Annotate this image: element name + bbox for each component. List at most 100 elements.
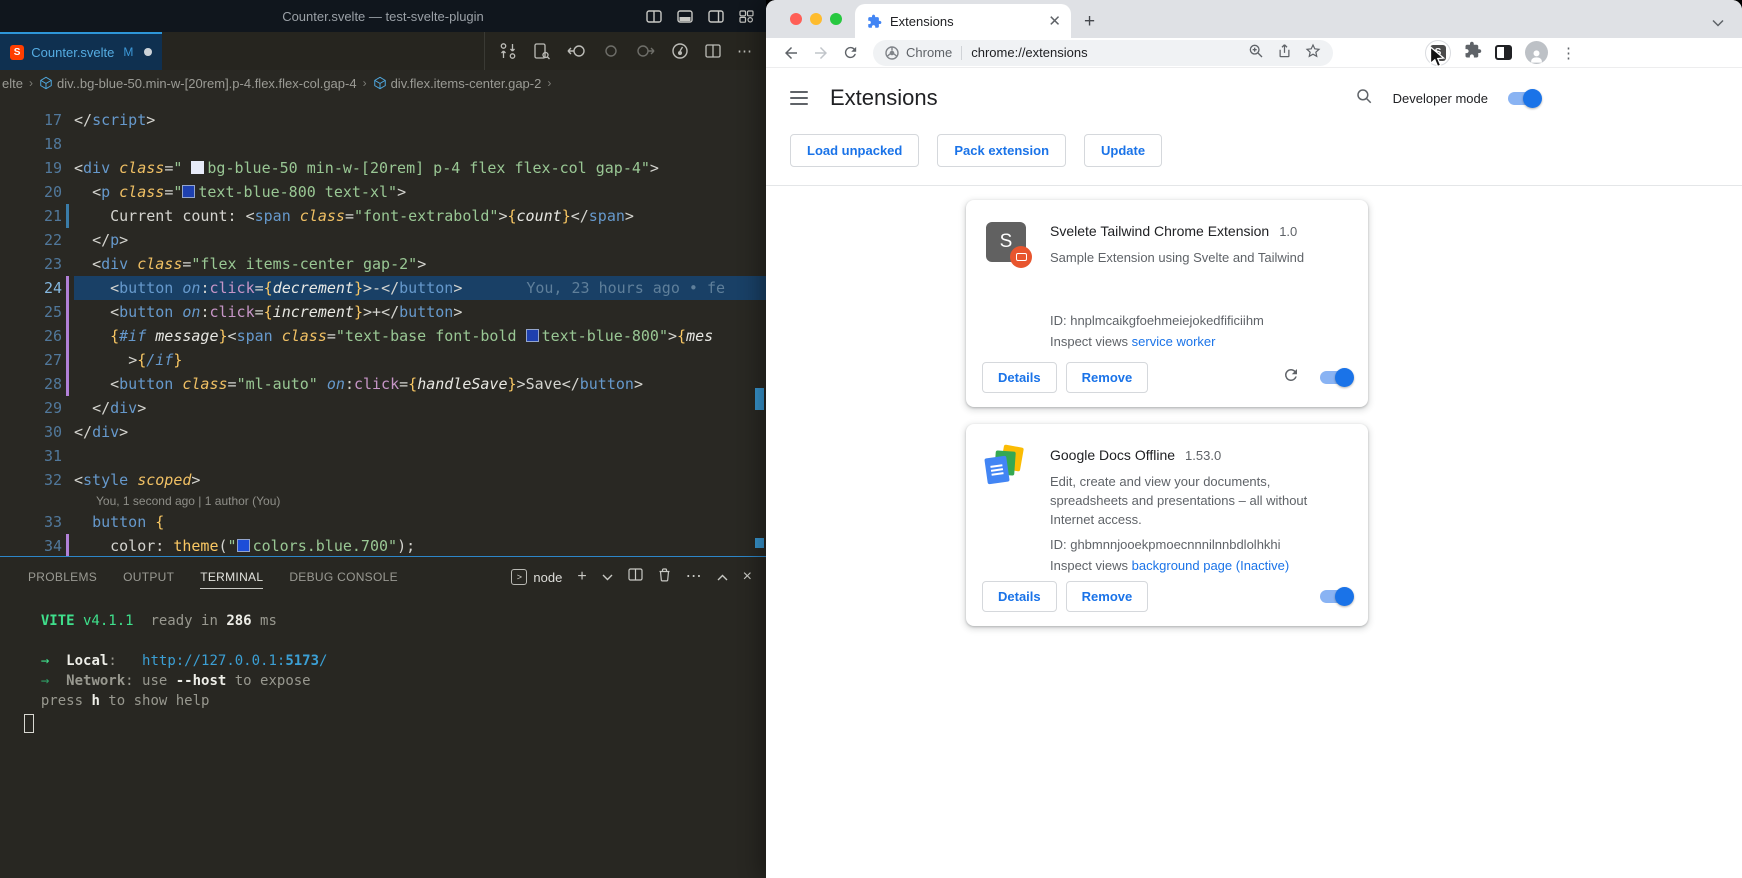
bottom-panel: PROBLEMS OUTPUT TERMINAL DEBUG CONSOLE >…: [0, 556, 766, 878]
terminal-dropdown-icon[interactable]: [602, 568, 613, 586]
code-line: 25 <button on:click={increment}>+</butto…: [0, 300, 766, 324]
more-actions-icon[interactable]: ⋯: [737, 42, 752, 60]
tab-output[interactable]: OUTPUT: [123, 566, 174, 589]
code-editor[interactable]: 17</script>1819<div class=" bg-blue-50 m…: [0, 96, 766, 556]
extension-version: 1.53.0: [1185, 446, 1221, 465]
reload-icon[interactable]: [842, 44, 859, 61]
remove-button[interactable]: Remove: [1066, 581, 1149, 612]
tab-problems[interactable]: PROBLEMS: [28, 566, 97, 589]
navigate-forward-icon[interactable]: [635, 42, 655, 60]
terminal-line: → Local: http://127.0.0.1:5173/: [24, 651, 766, 671]
line-number: 22: [0, 228, 62, 252]
code-line: 19<div class=" bg-blue-50 min-w-[20rem] …: [0, 156, 766, 180]
bookmark-star-icon[interactable]: [1305, 43, 1321, 62]
line-number: 33: [0, 510, 62, 534]
close-tab-icon[interactable]: ✕: [1048, 14, 1061, 29]
unpacked-badge-icon: [1010, 246, 1032, 268]
terminal-shell-chip[interactable]: > node: [511, 569, 562, 585]
close-window-button[interactable]: [790, 13, 802, 25]
vscode-titlebar[interactable]: Counter.svelte — test-svelte-plugin: [0, 0, 766, 32]
circle-icon[interactable]: [603, 43, 619, 59]
panel-right-icon[interactable]: [708, 10, 724, 23]
breadcrumb-item[interactable]: div..bg-blue-50.min-w-[20rem].p-4.flex.f…: [39, 76, 357, 91]
extension-favicon: [867, 14, 882, 29]
line-number: 25: [0, 300, 62, 324]
details-button[interactable]: Details: [982, 362, 1057, 393]
extension-description: Sample Extension using Svelte and Tailwi…: [1050, 248, 1304, 267]
extension-name: Svelete Tailwind Chrome Extension: [1050, 222, 1269, 241]
reload-extension-icon[interactable]: [1282, 366, 1300, 389]
tab-counter-svelte[interactable]: S Counter.svelte M: [0, 32, 162, 70]
extension-card-google-docs: Google Docs Offline 1.53.0 Edit, create …: [966, 424, 1368, 626]
back-icon[interactable]: [782, 44, 800, 62]
panel-bottom-icon[interactable]: [677, 10, 693, 23]
run-icon[interactable]: [671, 42, 689, 60]
panel-more-icon[interactable]: ⋯: [686, 569, 702, 585]
open-preview-icon[interactable]: [533, 42, 551, 60]
line-number: 17: [0, 108, 62, 132]
tab-terminal[interactable]: TERMINAL: [200, 566, 263, 589]
terminal-line: press h to show help: [24, 691, 766, 711]
new-tab-button[interactable]: +: [1084, 12, 1095, 31]
line-number: 18: [0, 132, 62, 156]
navigate-back-icon[interactable]: [567, 42, 587, 60]
zoom-icon[interactable]: [1248, 43, 1264, 62]
load-unpacked-button[interactable]: Load unpacked: [790, 134, 919, 167]
code-line: 33 button {: [0, 510, 766, 534]
minimize-window-button[interactable]: [810, 13, 822, 25]
terminal-output[interactable]: VITE v4.1.1 ready in 286 ms → Local: htt…: [0, 597, 766, 733]
unsaved-dot-icon: [144, 48, 152, 56]
tab-debug-console[interactable]: DEBUG CONSOLE: [289, 566, 398, 589]
pack-extension-button[interactable]: Pack extension: [937, 134, 1066, 167]
editor-actions: ⋯: [484, 32, 766, 70]
extensions-puzzle-icon[interactable]: [1464, 41, 1482, 64]
tab-search-chevron-icon[interactable]: [1712, 14, 1724, 32]
side-panel-icon[interactable]: [1495, 45, 1512, 60]
search-icon[interactable]: [1355, 87, 1373, 110]
terminal-icon: >: [511, 569, 527, 585]
line-number: 28: [0, 372, 62, 396]
terminal-line: [24, 631, 766, 651]
extension-enabled-toggle[interactable]: [1320, 371, 1352, 384]
code-line: 27 >{/if}: [0, 348, 766, 372]
kill-terminal-icon[interactable]: [658, 568, 671, 587]
code-line: 22 </p>: [0, 228, 766, 252]
tab-label: Counter.svelte: [31, 45, 114, 60]
layout-columns-icon[interactable]: [646, 10, 662, 23]
tab-extensions[interactable]: Extensions ✕: [855, 4, 1071, 38]
remove-button[interactable]: Remove: [1066, 362, 1149, 393]
breadcrumb[interactable]: elte › div..bg-blue-50.min-w-[20rem].p-4…: [0, 70, 766, 96]
breadcrumb-item[interactable]: div.flex.items-center.gap-2: [373, 76, 542, 91]
git-compare-icon[interactable]: [499, 42, 517, 60]
chrome-menu-icon[interactable]: ⋮: [1561, 44, 1576, 62]
code-line: 24 <button on:click={decrement}>-</butto…: [0, 276, 766, 300]
omnibox-divider: [961, 46, 962, 60]
line-number: 21: [0, 204, 62, 228]
split-editor-icon[interactable]: [705, 44, 721, 58]
panel-header: PROBLEMS OUTPUT TERMINAL DEBUG CONSOLE >…: [0, 557, 766, 597]
details-button[interactable]: Details: [982, 581, 1057, 612]
update-button[interactable]: Update: [1084, 134, 1162, 167]
close-panel-icon[interactable]: ×: [743, 568, 752, 586]
profile-avatar[interactable]: [1525, 41, 1548, 64]
extension-enabled-toggle[interactable]: [1320, 590, 1352, 603]
url-text[interactable]: chrome://extensions: [971, 45, 1087, 60]
split-terminal-icon[interactable]: [628, 568, 643, 586]
site-engine-label: Chrome: [906, 45, 952, 60]
share-icon[interactable]: [1277, 43, 1292, 62]
chrome-logo-icon: [885, 46, 899, 60]
menu-hamburger-icon[interactable]: [790, 91, 808, 105]
developer-mode-toggle[interactable]: [1508, 92, 1540, 105]
breadcrumb-separator: ›: [547, 76, 551, 90]
customize-layout-icon[interactable]: [739, 10, 754, 23]
code-line: 26 {#if message}<span class="text-base f…: [0, 324, 766, 348]
terminal-line: VITE v4.1.1 ready in 286 ms: [24, 611, 766, 631]
new-terminal-icon[interactable]: +: [577, 569, 586, 585]
forward-icon[interactable]: [812, 44, 830, 62]
zoom-window-button[interactable]: [830, 13, 842, 25]
google-docs-offline-icon: [986, 446, 1028, 488]
maximize-panel-icon[interactable]: [717, 568, 728, 586]
breadcrumb-root[interactable]: elte: [2, 76, 23, 91]
service-worker-link[interactable]: service worker: [1132, 334, 1216, 349]
address-bar[interactable]: Chrome chrome://extensions: [873, 40, 1333, 66]
